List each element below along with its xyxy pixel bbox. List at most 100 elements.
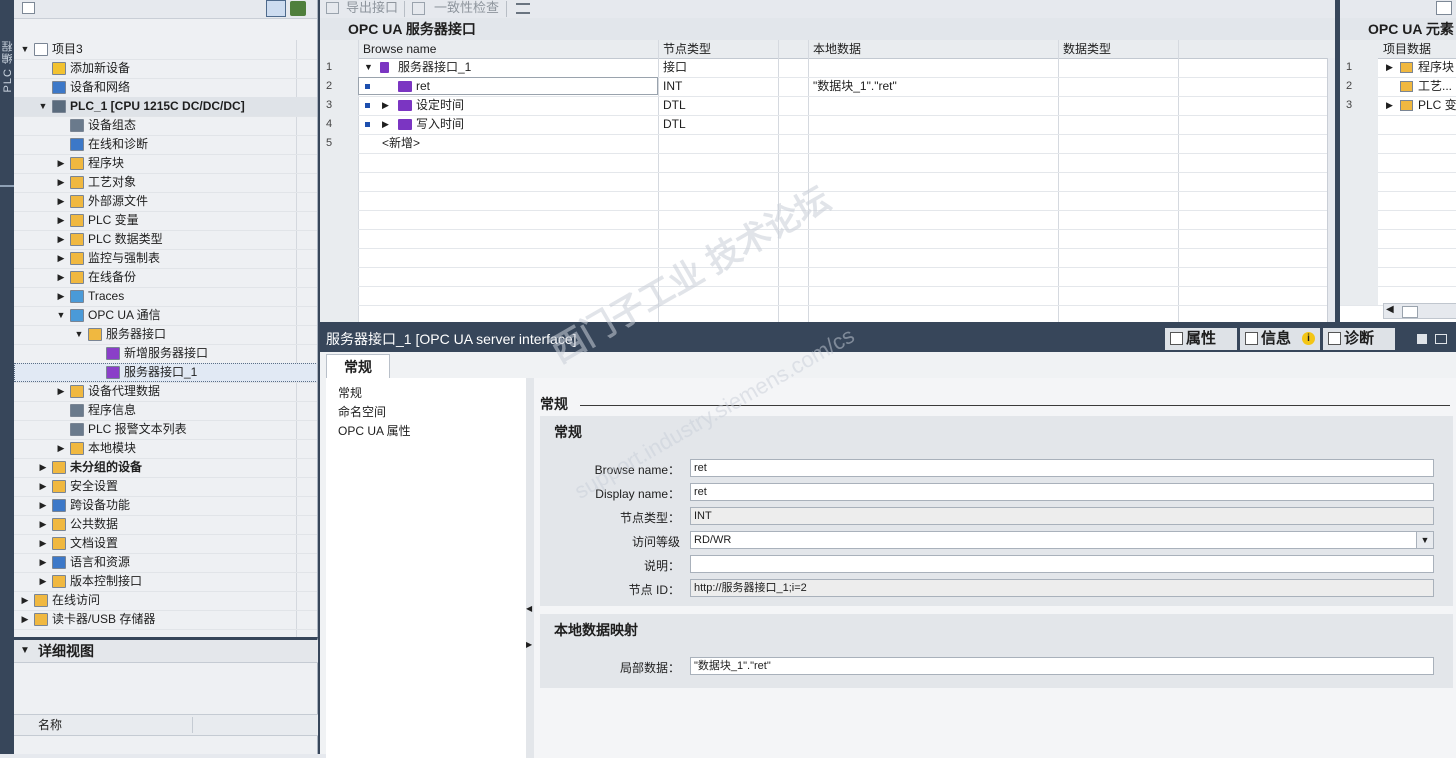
node-type-cell[interactable]: DTL [663,96,686,115]
tab-diagnostics[interactable]: 诊断 [1323,328,1395,350]
expand-right-icon[interactable]: ▶ [526,640,532,649]
nav-namespace[interactable]: 命名空间 [338,403,386,420]
table-row[interactable] [1340,267,1456,287]
chevron-right-icon[interactable]: ▶ [56,211,66,230]
chevron-right-icon[interactable]: ▶ [56,173,66,192]
split-handle[interactable]: ◀ ▶ [526,378,534,758]
tab-info[interactable]: 信息 i [1240,328,1320,350]
tree-item[interactable]: ▼ 项目3 [14,40,317,59]
chevron-right-icon[interactable]: ▶ [38,496,48,515]
table-row[interactable] [1340,115,1456,135]
chevron-down-icon[interactable]: ▼ [1416,532,1433,548]
window-menu-icon[interactable] [1435,334,1447,344]
node-type-cell[interactable]: INT [663,77,682,96]
tree-item[interactable]: 新增服务器接口 [14,344,317,363]
tree-item[interactable]: 设备组态 [14,116,317,135]
tab-properties[interactable]: 属性 [1165,328,1237,350]
table-row[interactable]: 3 ▶ PLC 变... [1340,96,1456,116]
tree-item[interactable]: ▼ 服务器接口 [14,325,317,344]
plc-programming-tab[interactable]: PLC 编程 [0,40,14,92]
browse-name-cell[interactable]: <新增> [382,134,420,153]
tree-item[interactable]: ▶ 公共数据 [14,515,317,534]
chevron-right-icon[interactable]: ▶ [56,268,66,287]
tree-item[interactable]: 程序信息 [14,401,317,420]
table-row[interactable] [320,267,1337,287]
description-field[interactable] [690,555,1434,573]
scroll-thumb[interactable] [1402,306,1418,318]
display-name-field[interactable]: ret [690,483,1434,501]
consistency-check-button[interactable]: 一致性检查 [434,1,499,15]
tree-item[interactable]: ▶ 外部源文件 [14,192,317,211]
tree-item[interactable]: ▶ 在线备份 [14,268,317,287]
nav-opcua-properties[interactable]: OPC UA 属性 [338,422,411,439]
tree-item[interactable]: ▶ 设备代理数据 [14,382,317,401]
table-row[interactable] [320,210,1337,230]
browse-name-cell[interactable]: 写入时间 [416,115,464,134]
chevron-right-icon[interactable]: ▶ [56,192,66,211]
tree-item[interactable]: 添加新设备 [14,59,317,78]
table-row[interactable] [1340,172,1456,192]
tree-item[interactable]: ▶ 语言和资源 [14,553,317,572]
table-row[interactable]: 1 ▼ 服务器接口_1 接口 [320,58,1337,78]
table-row[interactable] [1340,210,1456,230]
chevron-down-icon[interactable]: ▼ [20,640,30,662]
chevron-right-icon[interactable]: ▶ [1386,58,1393,77]
tree-item[interactable]: 在线和诊断 [14,135,317,154]
table-row[interactable] [320,153,1337,173]
table-row[interactable]: 2 ret INT "数据块_1"."ret" [320,77,1337,97]
tree-item[interactable]: 设备和网络 [14,78,317,97]
project-data-header[interactable]: 项目数据 [1340,40,1456,59]
tree-item[interactable]: PLC 报警文本列表 [14,420,317,439]
chevron-down-icon[interactable]: ▼ [20,40,30,59]
detail-name-column[interactable]: 名称 [38,715,62,735]
collapse-left-icon[interactable]: ◀ [526,604,532,613]
table-row[interactable]: 2 工艺... [1340,77,1456,97]
tree-item[interactable]: ▶ 安全设置 [14,477,317,496]
tree-item[interactable]: ▶ 工艺对象 [14,173,317,192]
chevron-right-icon[interactable]: ▶ [382,96,389,115]
table-row[interactable]: 1 ▶ 程序块 [1340,58,1456,78]
tree-item[interactable]: ▶ 读卡器/USB 存储器 [14,610,317,629]
tree-item[interactable]: ▶ 本地模块 [14,439,317,458]
data-type-column[interactable]: 数据类型 [1063,40,1111,58]
chevron-right-icon[interactable]: ▶ [56,249,66,268]
right-panel-scrollbar[interactable]: ◀ [1383,303,1456,319]
tree-item[interactable]: ▼ PLC_1 [CPU 1215C DC/DC/DC] [14,97,317,116]
tree-item[interactable]: ▶ 程序块 [14,154,317,173]
table-row[interactable] [1340,191,1456,211]
tree-settings-icon[interactable] [22,2,35,14]
tree-item[interactable]: ▶ 跨设备功能 [14,496,317,515]
table-row[interactable]: 4 ▶ 写入时间 DTL [320,115,1337,135]
export-interface-button[interactable]: 导出接口 [346,1,398,15]
tree-add-icon[interactable] [290,1,306,16]
local-data-field[interactable]: "数据块_1"."ret" [690,657,1434,675]
chevron-right-icon[interactable]: ▶ [56,230,66,249]
tree-item[interactable]: ▶ Traces [14,287,317,306]
chevron-right-icon[interactable]: ▶ [38,553,48,572]
tree-item[interactable]: ▶ 版本控制接口 [14,572,317,591]
list-view-icon[interactable] [516,3,530,14]
table-row[interactable]: 3 ▶ 设定时间 DTL [320,96,1337,116]
tab-general[interactable]: 常规 [326,354,390,379]
tree-item[interactable]: ▶ 未分组的设备 [14,458,317,477]
node-type-cell[interactable]: DTL [663,115,686,134]
window-layout-icon[interactable] [1417,334,1427,344]
browse-name-cell[interactable]: 设定时间 [416,96,464,115]
tree-item[interactable]: ▼ OPC UA 通信 [14,306,317,325]
local-data-cell[interactable]: "数据块_1"."ret" [813,77,897,96]
tree-view-icon[interactable] [266,0,286,17]
browse-name-cell[interactable]: 服务器接口_1 [398,58,471,77]
table-row[interactable] [320,286,1337,306]
table-row[interactable] [1340,153,1456,173]
panel-tool-icon[interactable] [1436,1,1452,15]
detail-view-header[interactable]: ▼ 详细视图 [14,640,318,663]
chevron-down-icon[interactable]: ▼ [364,58,373,77]
consistency-check-icon[interactable] [412,2,425,15]
tree-item[interactable]: ▶ 在线访问 [14,591,317,610]
table-row[interactable] [1340,229,1456,249]
table-row[interactable] [1340,134,1456,154]
table-row[interactable] [320,191,1337,211]
table-row[interactable] [320,229,1337,249]
table-row[interactable] [320,248,1337,268]
nav-general[interactable]: 常规 [338,384,362,401]
